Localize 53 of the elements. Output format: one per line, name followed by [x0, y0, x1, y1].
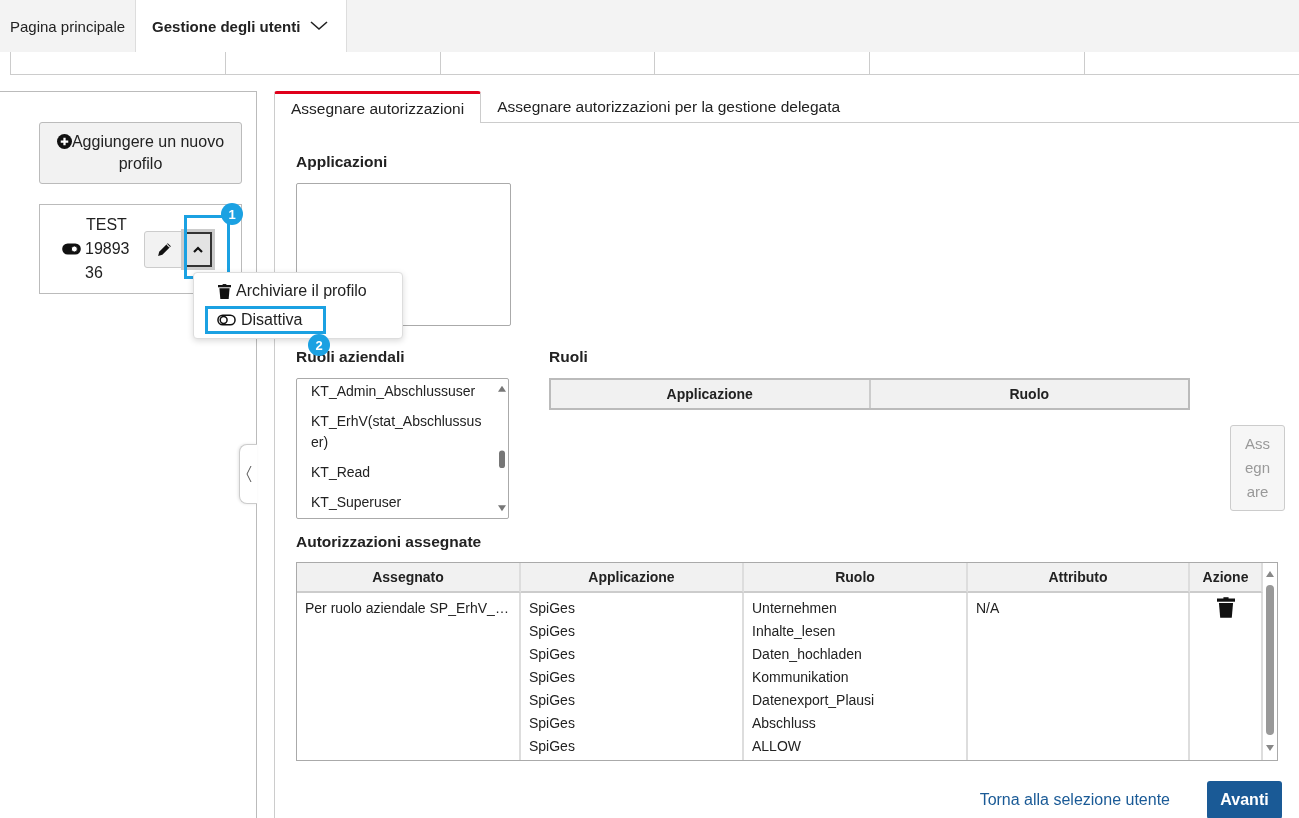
- table-cell-text: SpiGes: [529, 622, 576, 641]
- tab[interactable]: Assegnare autorizzazioni: [274, 91, 482, 123]
- section-label: Applicazioni: [296, 153, 389, 172]
- profile-name: TEST: [85, 215, 128, 235]
- tab[interactable]: Assegnare autorizzazioni per la gestione delegata: [481, 91, 857, 123]
- table-cell-text: Kommunikation: [752, 668, 850, 687]
- profile-number: 1989336: [85, 239, 131, 283]
- callout-badge: 1: [221, 203, 243, 225]
- column-header: Assegnato: [297, 563, 521, 593]
- table-cell-text: SpiGes: [529, 645, 576, 664]
- column-header: Attributo: [968, 563, 1190, 593]
- toggle-icon: [217, 314, 236, 326]
- back-link[interactable]: Torna alla selezione utente: [979, 791, 1170, 809]
- pencil-icon: [155, 240, 173, 258]
- trash-icon[interactable]: [1216, 597, 1235, 618]
- table-cell-text: Abschluss: [752, 714, 817, 733]
- chevron-icon: [245, 465, 252, 483]
- column-header: Ruolo: [868, 380, 1188, 408]
- table-cell-text: SpiGes: [529, 668, 576, 687]
- table-cell-text: ALLOW: [752, 737, 802, 756]
- section-label: Autorizzazioni assegnate: [296, 533, 483, 552]
- list-item[interactable]: KT_Admin_Abschlussuser: [311, 381, 496, 411]
- edit-button[interactable]: [144, 230, 184, 268]
- nav-tab[interactable]: Pagina principale: [0, 0, 136, 52]
- trash-icon: [218, 283, 231, 299]
- section-label: Ruoli aziendali: [296, 348, 406, 367]
- list-item[interactable]: KT_Read: [311, 462, 496, 492]
- next-button[interactable]: Avanti: [1207, 781, 1282, 818]
- list-item[interactable]: KT_Superuser: [311, 492, 496, 518]
- table-cell-text: SpiGes: [529, 714, 576, 733]
- table-cell-text: Unternehmen: [752, 599, 838, 618]
- column-header: Applicazione: [521, 563, 744, 593]
- add-profile-button[interactable]: Aggiungere un nuovo profilo: [39, 122, 242, 184]
- table-cell-text: Datenexport_Plausi: [752, 691, 876, 710]
- table-cell-text: Daten_hochladen: [752, 645, 863, 664]
- table-cell-text: SpiGes: [529, 599, 576, 618]
- collapse-handle[interactable]: [239, 444, 257, 504]
- table-cell-text: SpiGes: [529, 691, 576, 710]
- table-cell-text: Inhalte_lesen: [752, 622, 837, 641]
- column-header: Ruolo: [744, 563, 968, 593]
- column-header: Applicazione: [665, 385, 754, 404]
- section-label: Ruoli: [549, 348, 589, 367]
- column-header: Azione: [1190, 563, 1263, 593]
- nav-tab[interactable]: Gestione degli utenti: [135, 0, 348, 52]
- table-cell: Per ruolo aziendale SP_ErhV_…: [305, 600, 509, 616]
- table-cell-text: SpiGes: [529, 737, 576, 756]
- menu-item[interactable]: Archiviare il profilo: [194, 280, 402, 302]
- chevron-icon: [193, 245, 203, 253]
- menu-item[interactable]: Disattiva: [205, 306, 326, 334]
- plus-circle-icon: [56, 134, 72, 149]
- business-roles-list[interactable]: KT_Admin_Abschlussuser KT_ErhV(stat_Abschlussuser) KT_Read KT_Superuser: [296, 378, 509, 519]
- list-item[interactable]: KT_ErhV(stat_Abschlussuser): [311, 411, 496, 462]
- table-cell: N/A: [976, 600, 1000, 616]
